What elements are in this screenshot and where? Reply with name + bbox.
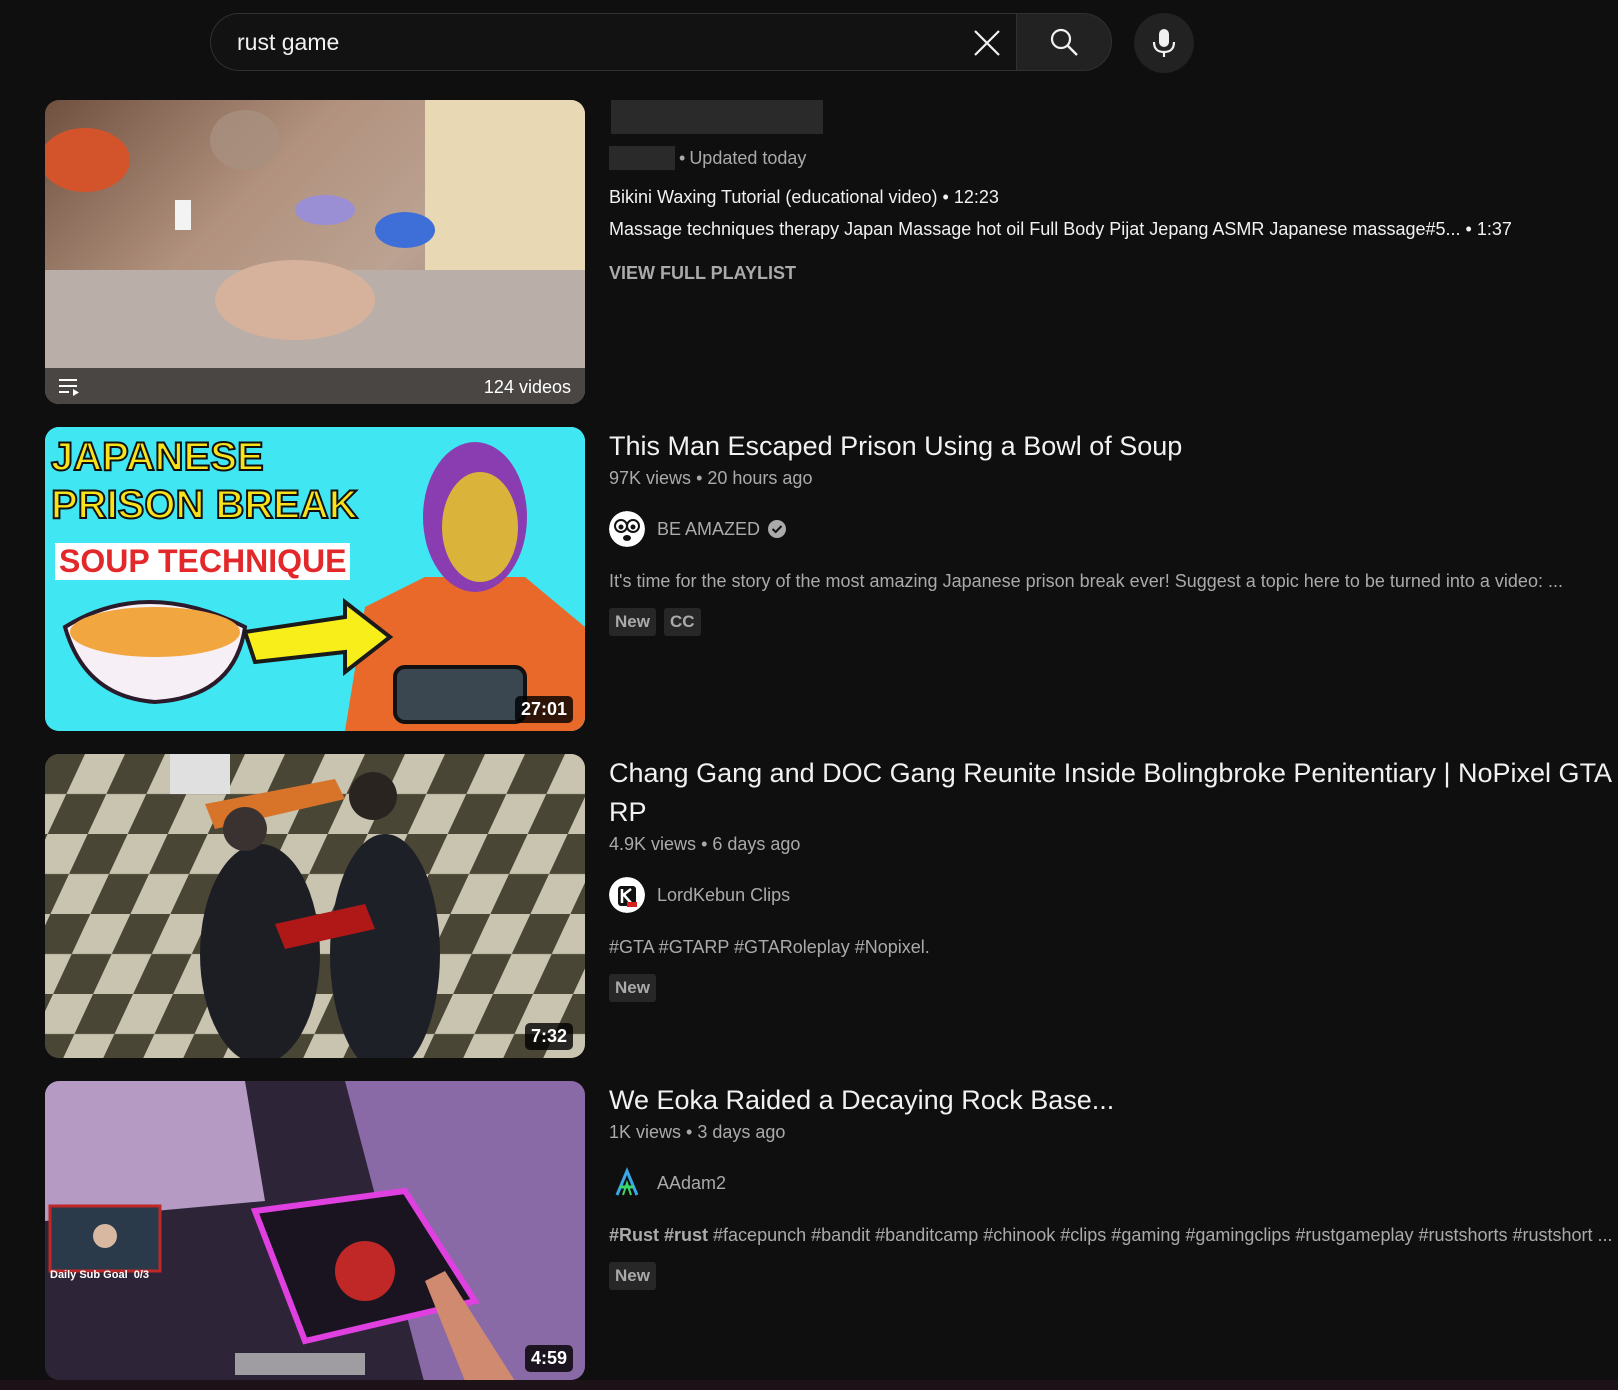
playlist-video-title: Massage techniques therapy Japan Massage…	[609, 219, 1461, 239]
video-thumbnail[interactable]: Daily Sub Goal 0/3 4:59	[45, 1081, 585, 1380]
video-title[interactable]: We Eoka Raided a Decaying Rock Base...	[609, 1081, 1618, 1120]
new-badge: New	[609, 1262, 656, 1290]
channel-avatar[interactable]	[609, 877, 645, 913]
upload-age: 6 days ago	[712, 834, 801, 854]
video-description: It's time for the story of the most amaz…	[609, 571, 1563, 591]
video-info: We Eoka Raided a Decaying Rock Base... 1…	[609, 1081, 1618, 1290]
verified-icon	[768, 520, 787, 538]
video-meta: 4.9K views • 6 days ago	[609, 834, 1618, 855]
video-title[interactable]: This Man Escaped Prison Using a Bowl of …	[609, 427, 1618, 466]
video-description: #Rust #rust #facepunch #bandit #banditca…	[609, 1225, 1618, 1246]
channel-row[interactable]: LordKebun Clips	[609, 875, 1618, 915]
meta-separator: •	[679, 147, 686, 168]
playlist-thumbnail[interactable]: 124 videos	[45, 100, 585, 404]
video-thumbnail[interactable]: JAPANESE PRISON BREAK SOUP TECHNIQUE 27:…	[45, 427, 585, 731]
channel-name[interactable]: BE AMAZED	[657, 519, 760, 540]
channel-row[interactable]: AAdam2	[609, 1163, 1618, 1203]
video-result[interactable]: Daily Sub Goal 0/3 4:59 We Eoka Raided a…	[45, 1081, 1618, 1380]
thumbnail-text: SOUP TECHNIQUE	[55, 543, 351, 580]
thumbnail-image	[45, 754, 585, 1058]
search-bar	[210, 13, 1112, 71]
video-meta: 97K views • 20 hours ago	[609, 468, 1618, 489]
voice-search-button[interactable]	[1134, 13, 1194, 73]
playlist-video-duration: 1:37	[1476, 219, 1512, 239]
description-hashtags: #facepunch #bandit #banditcamp #chinook …	[708, 1225, 1613, 1245]
close-icon	[974, 30, 1000, 56]
channel-avatar[interactable]	[609, 511, 645, 547]
playlist-result[interactable]: 124 videos • Updated today Bikini Waxing…	[45, 100, 1618, 404]
meta-separator: •	[696, 468, 708, 488]
playlist-icon	[59, 379, 79, 396]
redacted-playlist-title	[611, 100, 823, 134]
video-result[interactable]: JAPANESE PRISON BREAK SOUP TECHNIQUE 27:…	[45, 427, 1618, 731]
meta-separator: •	[1465, 219, 1477, 239]
bottom-bar	[0, 1380, 1618, 1390]
view-count: 1K views	[609, 1122, 682, 1142]
video-description: #GTA #GTARP #GTARoleplay #Nopixel.	[609, 937, 930, 957]
badges: New	[609, 1262, 1618, 1290]
video-meta: 1K views • 3 days ago	[609, 1122, 1618, 1143]
video-thumbnail[interactable]: 7:32	[45, 754, 585, 1058]
upload-age: 20 hours ago	[707, 468, 813, 488]
search-input[interactable]	[235, 27, 919, 57]
playlist-video-count: 124 videos	[483, 377, 571, 397]
meta-separator: •	[701, 834, 713, 854]
badges: New	[609, 974, 1618, 1002]
playlist-video-duration: 12:23	[953, 187, 999, 207]
video-info: Chang Gang and DOC Gang Reunite Inside B…	[609, 754, 1618, 1002]
video-duration: 27:01	[514, 696, 573, 723]
channel-name[interactable]: AAdam2	[657, 1173, 726, 1194]
badges: New CC	[609, 608, 1618, 636]
channel-avatar[interactable]	[609, 1165, 645, 1201]
playlist-video-title: Bikini Waxing Tutorial (educational vide…	[609, 187, 938, 207]
video-result[interactable]: 7:32 Chang Gang and DOC Gang Reunite Ins…	[45, 754, 1618, 1058]
thumbnail-text: PRISON BREAK	[50, 482, 359, 528]
video-info: This Man Escaped Prison Using a Bowl of …	[609, 427, 1618, 636]
search-button[interactable]	[1016, 13, 1112, 71]
playlist-channel-row: • Updated today	[609, 143, 1618, 173]
playlist-video-item[interactable]: Bikini Waxing Tutorial (educational vide…	[609, 187, 1618, 207]
clear-search-button[interactable]	[966, 22, 1008, 64]
playlist-info: • Updated today Bikini Waxing Tutorial (…	[609, 100, 1618, 284]
search-box	[210, 13, 1016, 71]
thumbnail-text: Daily Sub Goal 0/3	[50, 1269, 150, 1281]
new-badge: New	[609, 974, 656, 1002]
channel-row[interactable]: BE AMAZED	[609, 509, 1618, 549]
playlist-video-item[interactable]: Massage techniques therapy Japan Massage…	[609, 219, 1618, 239]
view-count: 97K views	[609, 468, 692, 488]
search-icon	[1050, 28, 1078, 56]
video-duration: 4:59	[524, 1345, 573, 1372]
thumbnail-text: JAPANESE	[50, 434, 265, 480]
meta-separator: •	[942, 187, 954, 207]
cc-badge: CC	[663, 608, 701, 636]
view-count: 4.9K views	[609, 834, 697, 854]
description-hashtags-bold: #Rust #rust	[609, 1225, 709, 1245]
upload-age: 3 days ago	[697, 1122, 786, 1142]
playlist-updated: Updated today	[689, 147, 807, 168]
video-title[interactable]: Chang Gang and DOC Gang Reunite Inside B…	[609, 754, 1618, 832]
new-badge: New	[609, 608, 656, 636]
redacted-channel-name	[609, 146, 675, 170]
microphone-icon	[1152, 29, 1176, 57]
thumbnail-image	[45, 1081, 585, 1380]
thumbnail-image	[45, 100, 585, 404]
channel-name[interactable]: LordKebun Clips	[657, 885, 790, 906]
view-full-playlist-link[interactable]: VIEW FULL PLAYLIST	[609, 263, 1618, 284]
meta-separator: •	[686, 1122, 698, 1142]
video-duration: 7:32	[524, 1023, 573, 1050]
